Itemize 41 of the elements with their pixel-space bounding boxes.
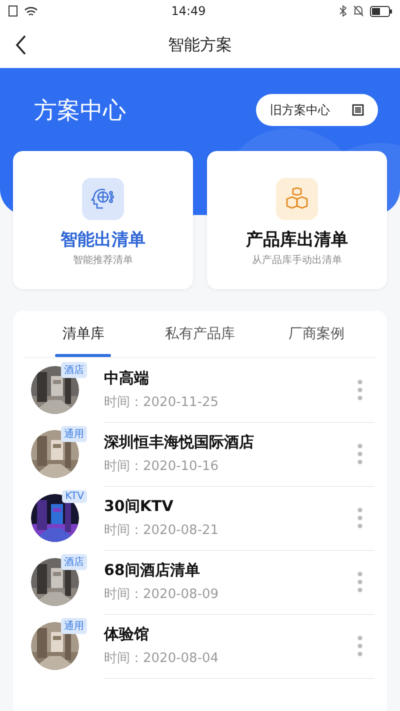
- more-icon[interactable]: [357, 506, 363, 528]
- list-date: 时间：2020-08-04: [104, 650, 220, 666]
- list-title[interactable]: 中高端: [104, 368, 357, 388]
- more-icon[interactable]: [357, 378, 363, 400]
- tab[interactable]: 私有产品库: [142, 311, 258, 357]
- list-date: 时间：2020-11-25: [104, 394, 220, 410]
- list-date: 时间：2020-08-09: [104, 586, 220, 602]
- list-date: 时间：2020-10-16: [104, 458, 220, 474]
- more-icon[interactable]: [357, 442, 363, 464]
- more-icon[interactable]: [357, 634, 363, 656]
- boxes-icon: [284, 187, 310, 211]
- old-center-button[interactable]: 旧方案中心: [256, 94, 378, 126]
- card-subtitle: 智能推荐清单: [73, 254, 133, 267]
- category-tag: KTV: [62, 490, 87, 503]
- card-subtitle: 从产品库手动出清单: [252, 254, 342, 267]
- section-title: 方案中心: [34, 96, 126, 126]
- list-date: 时间：2020-08-21: [104, 522, 220, 538]
- action-card[interactable]: 产品库出清单 从产品库手动出清单: [207, 151, 387, 289]
- tab[interactable]: 厂商案例: [258, 311, 376, 357]
- card-title: 产品库出清单: [246, 229, 348, 251]
- back-icon[interactable]: [14, 34, 28, 56]
- more-icon[interactable]: [357, 570, 363, 592]
- category-tag: 酒店: [61, 362, 87, 378]
- category-tag: 通用: [61, 426, 87, 442]
- card-title: 智能出清单: [60, 229, 146, 251]
- list-title[interactable]: 体验馆: [104, 624, 357, 644]
- action-card[interactable]: 智能出清单 智能推荐清单: [13, 151, 193, 289]
- page-title: 智能方案: [168, 34, 232, 56]
- tab[interactable]: 清单库: [25, 311, 142, 357]
- wifi-icon: [24, 6, 38, 16]
- bell-muted-icon: [353, 5, 364, 17]
- list-title[interactable]: 深圳恒丰海悦国际酒店: [104, 432, 357, 452]
- battery-icon: [370, 6, 392, 16]
- status-time: 14:49: [171, 4, 206, 18]
- list-title[interactable]: 68间酒店清单: [104, 560, 357, 580]
- sim-icon: [8, 5, 18, 17]
- category-tag: 通用: [61, 618, 87, 634]
- list-icon: [352, 104, 364, 116]
- category-tag: 酒店: [61, 554, 87, 570]
- bluetooth-icon: [339, 5, 347, 17]
- list-title[interactable]: 30间KTV: [104, 496, 357, 516]
